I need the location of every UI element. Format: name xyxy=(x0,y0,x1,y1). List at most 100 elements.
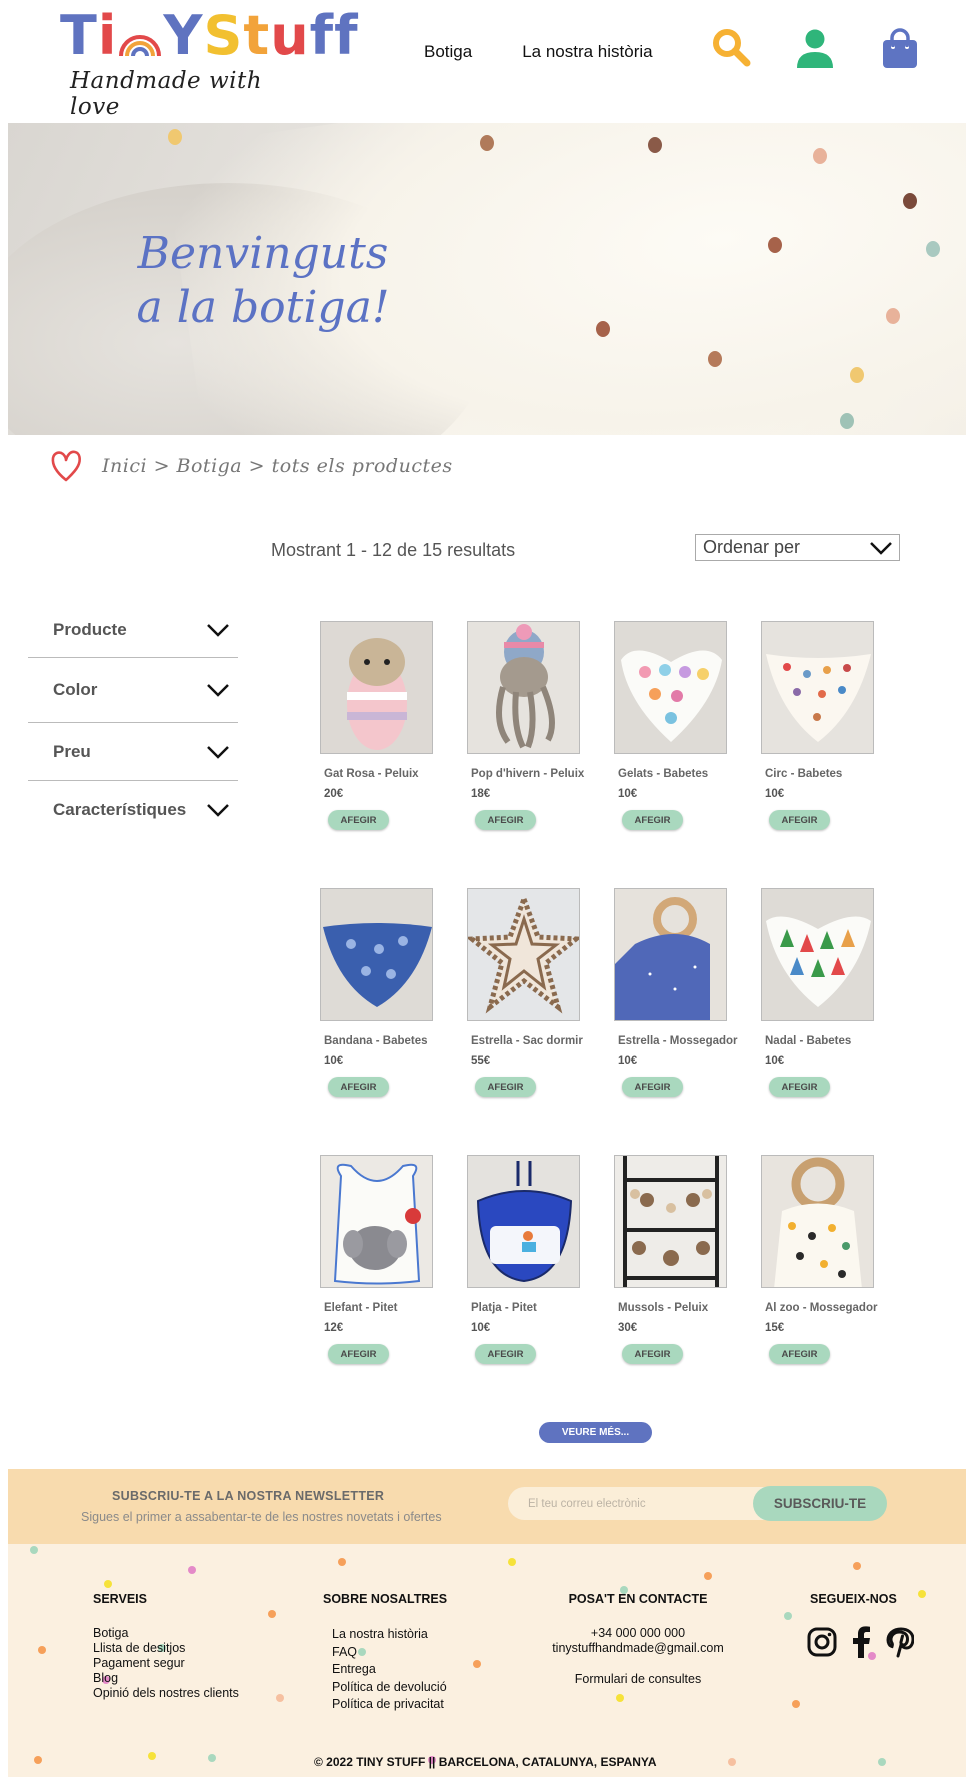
add-to-cart-button[interactable]: AFEGIR xyxy=(769,1077,830,1097)
footer-link[interactable]: Botiga xyxy=(93,1626,239,1641)
product-image[interactable] xyxy=(761,1155,874,1288)
product-name[interactable]: Circ - Babetes xyxy=(765,768,915,780)
product-image[interactable] xyxy=(761,621,874,754)
product-name[interactable]: Bandana - Babetes xyxy=(324,1035,474,1047)
footer-contacte: POSA'T EN CONTACTE +34 000 000 000 tinys… xyxy=(538,1592,738,1687)
add-to-cart-button[interactable]: AFEGIR xyxy=(622,810,683,830)
product-image[interactable] xyxy=(614,1155,727,1288)
product-name[interactable]: Platja - Pitet xyxy=(471,1302,621,1314)
facebook-icon[interactable] xyxy=(850,1626,872,1658)
filter-preu[interactable]: Preu xyxy=(28,723,238,781)
logo-rainbow-letter: n xyxy=(117,6,163,66)
footer-heading: SOBRE NOSALTRES xyxy=(323,1592,448,1606)
footer-link[interactable]: FAQ xyxy=(332,1644,447,1662)
add-to-cart-button[interactable]: AFEGIR xyxy=(475,1344,536,1364)
breadcrumb-text[interactable]: Inici > Botiga > tots els productes xyxy=(102,455,453,477)
product-card[interactable]: Bandana - Babetes 10€ AFEGIR xyxy=(320,888,460,1102)
rainbow-icon xyxy=(119,35,162,57)
filter-label: Preu xyxy=(53,741,91,761)
nav-botiga[interactable]: Botiga xyxy=(424,42,472,62)
heart-icon xyxy=(51,450,81,482)
product-name[interactable]: Pop d'hivern - Peluix xyxy=(471,768,621,780)
sort-dropdown[interactable]: Ordenar per xyxy=(695,534,900,561)
product-name[interactable]: Nadal - Babetes xyxy=(765,1035,915,1047)
newsletter-title: SUBSCRIU-TE A LA NOSTRA NEWSLETTER xyxy=(112,1489,385,1503)
product-price: 12€ xyxy=(324,1322,344,1334)
product-card[interactable]: Elefant - Pitet 12€ AFEGIR xyxy=(320,1155,460,1369)
footer-link[interactable]: La nostra història xyxy=(332,1626,447,1644)
footer-link[interactable]: Política de devolució xyxy=(332,1679,447,1697)
product-price: 10€ xyxy=(471,1322,491,1334)
footer-link[interactable]: Blog xyxy=(93,1671,239,1686)
product-image[interactable] xyxy=(320,1155,433,1288)
main-nav: Botiga La nostra història xyxy=(424,42,653,62)
footer-link[interactable]: Pagament segur xyxy=(93,1656,239,1671)
filter-caracteristiques[interactable]: Característiques xyxy=(28,781,238,839)
product-name[interactable]: Elefant - Pitet xyxy=(324,1302,474,1314)
filter-label: Característiques xyxy=(53,800,187,819)
add-to-cart-button[interactable]: AFEGIR xyxy=(622,1077,683,1097)
product-card[interactable]: Al zoo - Mossegador 15€ AFEGIR xyxy=(761,1155,901,1369)
shopping-bag-icon[interactable] xyxy=(878,26,922,70)
footer-link[interactable]: Política de privacitat xyxy=(332,1696,447,1714)
product-name[interactable]: Estrella - Sac dormir xyxy=(471,1035,621,1047)
product-image[interactable] xyxy=(467,621,580,754)
user-icon[interactable] xyxy=(793,26,837,70)
product-image[interactable] xyxy=(614,888,727,1021)
hero-title-line1: Benvinguts xyxy=(137,228,389,279)
product-card[interactable]: Nadal - Babetes 10€ AFEGIR xyxy=(761,888,901,1102)
contact-phone[interactable]: +34 000 000 000 xyxy=(538,1626,738,1641)
nav-la-nostra-historia[interactable]: La nostra història xyxy=(522,42,652,62)
pinterest-icon[interactable] xyxy=(884,1626,914,1658)
add-to-cart-button[interactable]: AFEGIR xyxy=(328,1344,389,1364)
footer-link[interactable]: Llista de desitjos xyxy=(93,1641,239,1656)
search-icon[interactable] xyxy=(710,26,754,70)
product-name[interactable]: Gat Rosa - Peluix xyxy=(324,768,474,780)
logo[interactable]: T i n Y S t u f f Handmade with love xyxy=(60,4,358,121)
product-card[interactable]: Circ - Babetes 10€ AFEGIR xyxy=(761,621,901,835)
product-card[interactable]: Pop d'hivern - Peluix 18€ AFEGIR xyxy=(467,621,607,835)
footer-serveis: SERVEIS Botiga Llista de desitjos Pagame… xyxy=(93,1592,239,1701)
logo-letter: T xyxy=(60,4,98,67)
breadcrumb: Inici > Botiga > tots els productes xyxy=(50,448,453,484)
add-to-cart-button[interactable]: AFEGIR xyxy=(328,1077,389,1097)
product-image[interactable] xyxy=(320,621,433,754)
filter-color[interactable]: Color xyxy=(28,658,238,723)
contact-email[interactable]: tinystuffhandmade@gmail.com xyxy=(538,1641,738,1656)
add-to-cart-button[interactable]: AFEGIR xyxy=(475,810,536,830)
product-name[interactable]: Al zoo - Mossegador xyxy=(765,1302,915,1314)
contact-form-link[interactable]: Formulari de consultes xyxy=(538,1672,738,1687)
product-image[interactable] xyxy=(320,888,433,1021)
product-name[interactable]: Mussols - Peluix xyxy=(618,1302,768,1314)
product-card[interactable]: Estrella - Sac dormir 55€ AFEGIR xyxy=(467,888,607,1102)
product-card[interactable]: Estrella - Mossegador 10€ AFEGIR xyxy=(614,888,754,1102)
load-more-button[interactable]: VEURE MÉS... xyxy=(539,1422,652,1443)
product-price: 10€ xyxy=(765,788,785,800)
footer-link[interactable]: Opinió dels nostres clients xyxy=(93,1686,239,1701)
product-name[interactable]: Gelats - Babetes xyxy=(618,768,768,780)
filter-sidebar: Producte Color Preu Característiques xyxy=(28,602,238,839)
product-name[interactable]: Estrella - Mossegador xyxy=(618,1035,768,1047)
product-image[interactable] xyxy=(761,888,874,1021)
product-image[interactable] xyxy=(467,1155,580,1288)
footer-link[interactable]: Entrega xyxy=(332,1661,447,1679)
product-price: 10€ xyxy=(324,1055,344,1067)
product-card[interactable]: Gat Rosa - Peluix 20€ AFEGIR xyxy=(320,621,460,835)
chevron-down-icon xyxy=(207,804,229,817)
product-image[interactable] xyxy=(614,621,727,754)
hero-banner: Benvinguts a la botiga! xyxy=(8,123,966,435)
filter-producte[interactable]: Producte xyxy=(28,602,238,658)
add-to-cart-button[interactable]: AFEGIR xyxy=(475,1077,536,1097)
product-card[interactable]: Gelats - Babetes 10€ AFEGIR xyxy=(614,621,754,835)
product-card[interactable]: Platja - Pitet 10€ AFEGIR xyxy=(467,1155,607,1369)
instagram-icon[interactable] xyxy=(806,1626,838,1658)
filter-label: Color xyxy=(53,680,98,699)
subscribe-button[interactable]: SUBSCRIU-TE xyxy=(753,1486,887,1521)
add-to-cart-button[interactable]: AFEGIR xyxy=(769,1344,830,1364)
add-to-cart-button[interactable]: AFEGIR xyxy=(328,810,389,830)
add-to-cart-button[interactable]: AFEGIR xyxy=(622,1344,683,1364)
logo-title: T i n Y S t u f f xyxy=(60,4,358,67)
product-card[interactable]: Mussols - Peluix 30€ AFEGIR xyxy=(614,1155,754,1369)
product-image[interactable] xyxy=(467,888,580,1021)
add-to-cart-button[interactable]: AFEGIR xyxy=(769,810,830,830)
